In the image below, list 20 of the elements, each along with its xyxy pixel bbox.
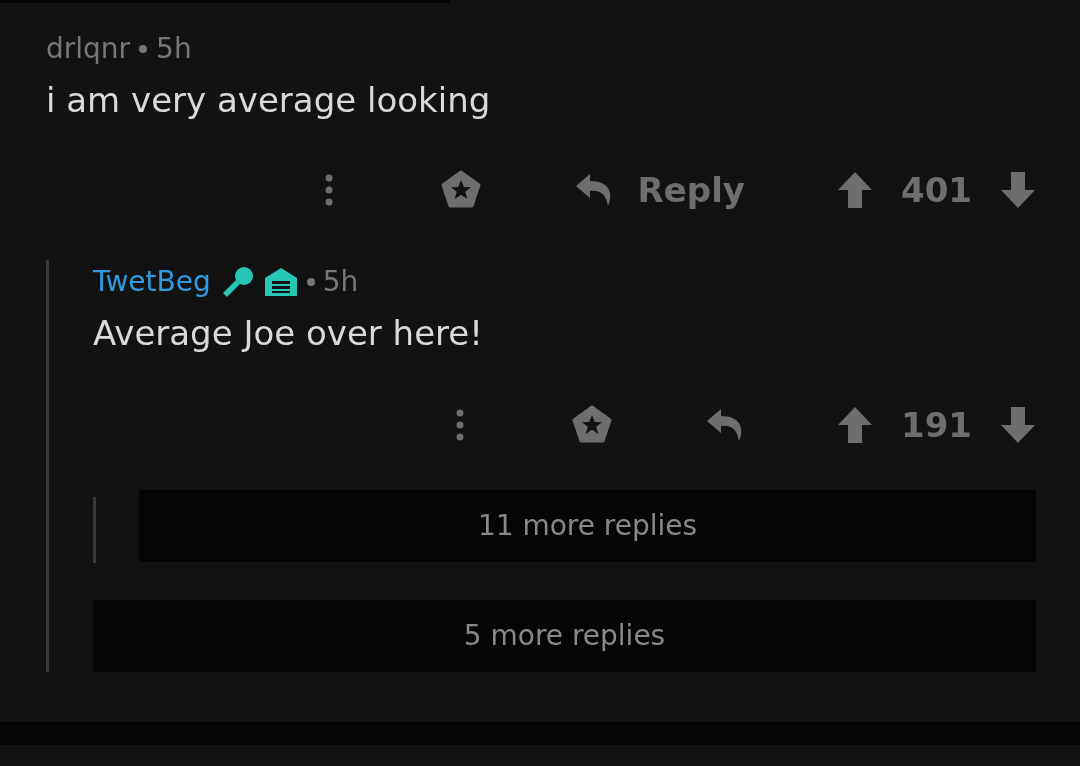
downvote-icon[interactable] <box>1000 171 1036 209</box>
more-options-icon[interactable] <box>323 173 334 207</box>
username[interactable]: drlqnr <box>46 29 131 69</box>
upvote-icon[interactable] <box>837 171 873 209</box>
award-icon[interactable] <box>572 405 612 445</box>
vote-count: 401 <box>901 168 972 212</box>
comment-text: Average Joe over here! <box>93 312 484 355</box>
more-replies-button[interactable]: 11 more replies <box>139 490 1036 562</box>
award-icon[interactable] <box>440 170 481 210</box>
timestamp: 5h <box>156 31 192 67</box>
username[interactable]: TwetBeg <box>93 262 211 302</box>
cake-icon <box>262 266 299 298</box>
vote-count: 191 <box>901 403 972 447</box>
timestamp: 5h <box>322 264 359 300</box>
upvote-icon[interactable] <box>837 406 873 444</box>
comment-text: i am very average looking <box>46 79 492 122</box>
downvote-icon[interactable] <box>1000 406 1036 444</box>
reply-button[interactable]: Reply <box>573 164 745 216</box>
more-options-icon[interactable] <box>455 408 465 442</box>
more-replies-button[interactable]: 5 more replies <box>93 600 1036 672</box>
